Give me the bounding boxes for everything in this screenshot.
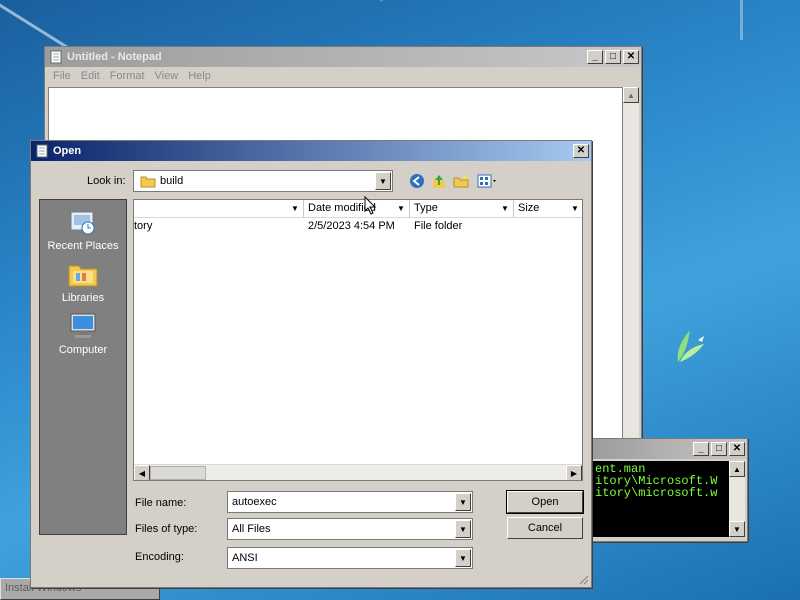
look-in-value: build — [160, 175, 184, 187]
scroll-up-arrow-icon[interactable]: ▲ — [623, 87, 639, 103]
minimize-button[interactable]: _ — [587, 50, 603, 64]
new-folder-button[interactable] — [451, 172, 471, 190]
encoding-dropdown[interactable]: ANSI ▼ — [227, 547, 473, 569]
column-header-date-modified[interactable]: Date modified ▼ — [304, 200, 410, 218]
console-line: itory\microsoft.w — [595, 486, 718, 500]
file-name-label: File name: — [135, 497, 187, 509]
menu-file[interactable]: File — [53, 70, 71, 82]
place-label: Computer — [58, 344, 108, 356]
menu-view[interactable]: View — [155, 70, 179, 82]
chevron-down-icon[interactable]: ▼ — [289, 202, 301, 215]
open-button[interactable]: Open — [506, 490, 584, 514]
notepad-app-icon — [50, 50, 62, 64]
scroll-up-arrow-icon[interactable]: ▲ — [729, 461, 745, 477]
file-type-cell: File folder — [414, 220, 463, 232]
scroll-down-arrow-icon[interactable]: ▼ — [729, 521, 745, 537]
up-folder-icon — [433, 175, 445, 188]
places-bar: Recent Places Libraries Computer — [39, 199, 127, 535]
libraries-icon — [68, 265, 98, 287]
chevron-down-icon[interactable]: ▼ — [455, 493, 471, 511]
minimize-button[interactable]: _ — [693, 442, 709, 456]
back-button[interactable] — [407, 172, 427, 190]
dialog-title: Open — [53, 145, 82, 157]
file-name-cell[interactable]: tory — [134, 220, 152, 236]
menu-edit[interactable]: Edit — [81, 70, 100, 82]
column-header-size[interactable]: Size ▼ — [514, 200, 582, 218]
close-button[interactable]: ✕ — [729, 442, 745, 456]
open-dialog-titlebar[interactable]: Open ✕ — [31, 141, 591, 161]
computer-icon — [70, 313, 96, 338]
desktop-light-streak — [740, 0, 743, 40]
console-output: ent.man itory\Microsoft.W itory\microsoft.… — [593, 461, 729, 537]
chevron-down-icon[interactable]: ▼ — [455, 549, 471, 567]
mouse-cursor-icon — [364, 196, 377, 215]
cancel-button[interactable]: Cancel — [507, 517, 583, 539]
scroll-right-arrow-icon[interactable]: ▶ — [566, 465, 582, 480]
menu-format[interactable]: Format — [110, 70, 145, 82]
file-list-horizontal-scrollbar[interactable]: ◀ ▶ — [134, 464, 582, 480]
column-header-type[interactable]: Type ▼ — [410, 200, 514, 218]
maximize-button[interactable]: □ — [711, 442, 727, 456]
chevron-down-icon[interactable]: ▼ — [395, 202, 407, 215]
chevron-down-icon[interactable]: ▼ — [455, 520, 471, 538]
desktop-light-streak — [379, 0, 752, 2]
chevron-down-icon[interactable]: ▼ — [499, 202, 511, 215]
encoding-value: ANSI — [232, 552, 258, 564]
recent-places-icon — [70, 211, 95, 235]
notepad-app-icon — [36, 144, 48, 158]
notepad-vertical-scrollbar[interactable]: ▲ — [623, 87, 639, 471]
place-libraries[interactable]: Libraries — [40, 258, 126, 304]
view-menu-icon — [477, 174, 496, 188]
new-folder-icon — [453, 174, 469, 188]
close-button[interactable]: ✕ — [623, 50, 639, 64]
place-computer[interactable]: Computer — [40, 310, 126, 356]
windows-logo-leaf-icon — [677, 330, 704, 362]
scroll-thumb[interactable] — [150, 466, 206, 480]
maximize-button[interactable]: □ — [605, 50, 621, 64]
place-label: Libraries — [61, 292, 105, 304]
file-list[interactable]: ▼ Date modified ▼ Type ▼ Size ▼ tory 2/5… — [133, 199, 583, 481]
place-recent-places[interactable]: Recent Places — [40, 206, 126, 252]
column-header-name[interactable]: ▼ — [134, 200, 304, 218]
chevron-down-icon[interactable]: ▼ — [569, 202, 581, 215]
scroll-left-arrow-icon[interactable]: ◀ — [134, 465, 150, 480]
encoding-label: Encoding: — [135, 551, 184, 563]
resize-grip-icon[interactable] — [577, 573, 589, 585]
console-window: _ □ ✕ ent.man itory\Microsoft.W itory\micr… — [590, 438, 748, 542]
view-menu-button[interactable] — [475, 172, 501, 190]
place-label: Recent Places — [47, 240, 119, 252]
file-name-value: autoexec — [232, 496, 277, 508]
up-folder-button[interactable] — [429, 172, 449, 190]
back-arrow-icon — [410, 174, 424, 188]
file-date-cell: 2/5/2023 4:54 PM — [308, 220, 395, 232]
chevron-down-icon[interactable]: ▼ — [375, 172, 391, 190]
notepad-menubar: File Edit Format View Help — [45, 67, 641, 85]
look-in-dropdown[interactable]: build ▼ — [133, 170, 393, 192]
close-button[interactable]: ✕ — [573, 144, 589, 158]
file-name-input[interactable]: autoexec ▼ — [227, 491, 473, 513]
notepad-titlebar[interactable]: Untitled - Notepad _ □ ✕ — [45, 47, 641, 67]
files-of-type-value: All Files — [232, 523, 271, 535]
look-in-label: Look in: — [87, 175, 126, 187]
console-titlebar[interactable]: _ □ ✕ — [591, 439, 747, 459]
folder-icon — [140, 176, 156, 188]
open-dialog: Open ✕ Look in: build ▼ Recent Places Li… — [30, 140, 592, 588]
notepad-title: Untitled - Notepad — [67, 51, 162, 63]
files-of-type-dropdown[interactable]: All Files ▼ — [227, 518, 473, 540]
console-scrollbar[interactable]: ▲ ▼ — [729, 461, 745, 537]
files-of-type-label: Files of type: — [135, 523, 198, 535]
menu-help[interactable]: Help — [188, 70, 211, 82]
